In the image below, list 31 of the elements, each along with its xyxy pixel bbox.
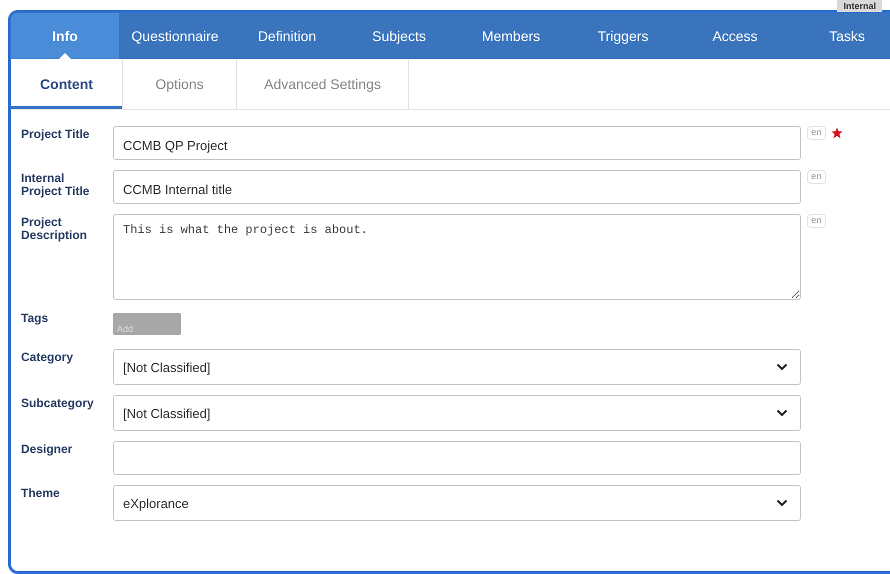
chevron-down-icon bbox=[776, 409, 788, 417]
field-label: Tags bbox=[21, 310, 50, 325]
tab[interactable]: Triggers bbox=[567, 13, 679, 59]
tab[interactable]: Access bbox=[679, 13, 791, 59]
language-badge[interactable]: en bbox=[807, 126, 826, 140]
text-field[interactable] bbox=[113, 441, 801, 475]
field-label: Subcategory bbox=[21, 395, 95, 410]
language-badge[interactable]: en bbox=[807, 214, 826, 228]
field-label: Theme bbox=[21, 485, 61, 500]
field-label: Category bbox=[21, 349, 74, 364]
description-field[interactable]: This is what the project is about. bbox=[113, 214, 801, 300]
dropdown[interactable]: [Not Classified] bbox=[113, 395, 801, 431]
field-label: Project Title bbox=[21, 126, 90, 141]
field-label: Designer bbox=[21, 441, 74, 456]
dropdown[interactable]: eXplorance bbox=[113, 485, 801, 521]
subtab[interactable]: Content bbox=[11, 59, 123, 109]
tab[interactable]: Tasks bbox=[791, 13, 890, 59]
tab[interactable]: Members bbox=[455, 13, 567, 59]
tab[interactable]: Definition bbox=[231, 13, 343, 59]
tab[interactable]: Questionnaire bbox=[119, 13, 231, 59]
field-label: Internal Project Title bbox=[21, 170, 90, 198]
tab[interactable]: Info bbox=[11, 13, 119, 59]
text-field[interactable]: CCMB Internal title bbox=[113, 170, 801, 204]
field-label: Project Description bbox=[21, 214, 88, 242]
dropdown[interactable]: [Not Classified] bbox=[113, 349, 801, 385]
tab[interactable]: Subjects bbox=[343, 13, 455, 59]
chevron-down-icon bbox=[776, 499, 788, 507]
chevron-down-icon bbox=[776, 363, 788, 371]
text-field[interactable]: CCMB QP Project bbox=[113, 126, 801, 160]
tooltip: Internal bbox=[837, 0, 882, 12]
language-badge[interactable]: en bbox=[807, 170, 826, 184]
